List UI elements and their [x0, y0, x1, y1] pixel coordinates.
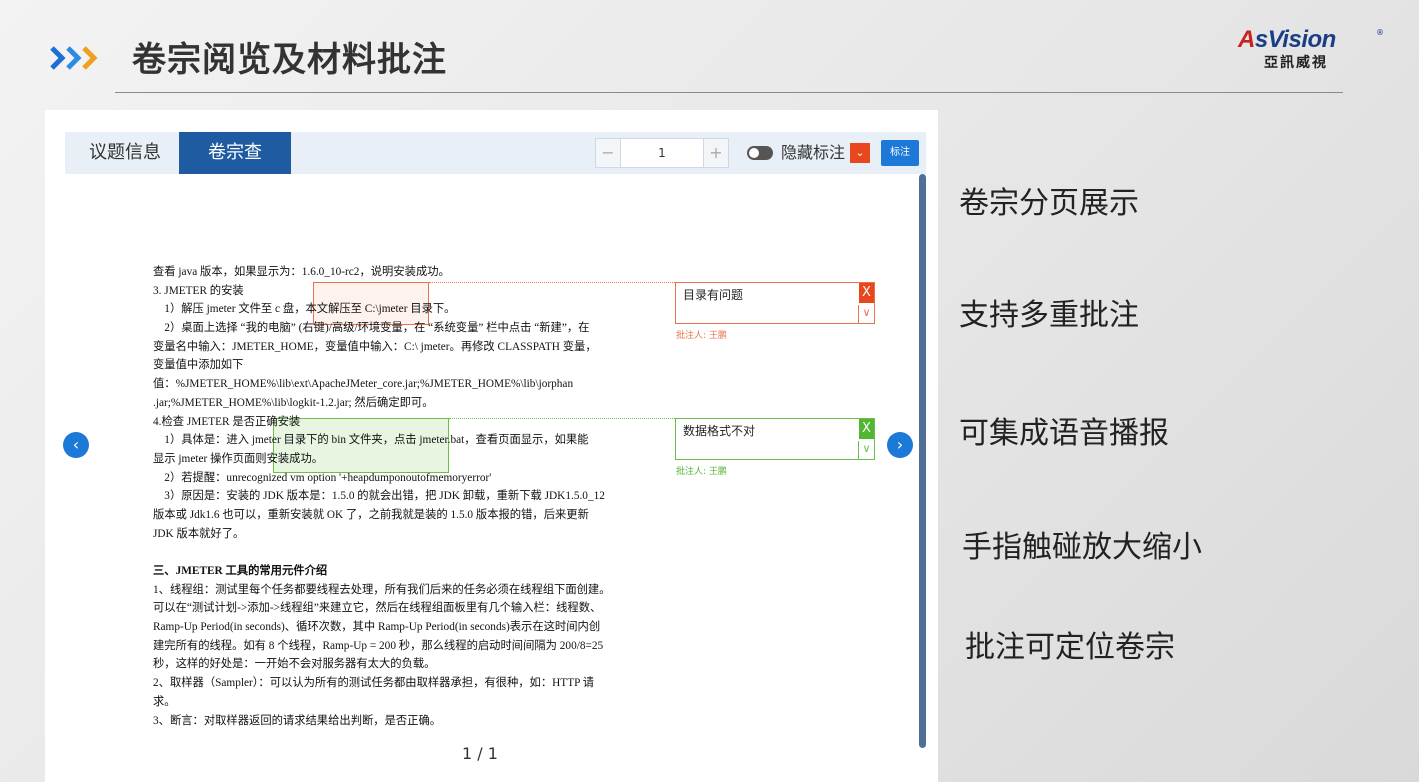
logo-chinese-name: 亞訊威視	[1264, 55, 1328, 71]
close-icon[interactable]: X	[859, 283, 874, 303]
doc-line: 秒，这样的好处是：一开始不会对服务器有太大的负载。	[153, 658, 436, 671]
doc-line: 变量名中输入：JMETER_HOME，变量值中输入：C:\ jmeter。再修改…	[153, 340, 597, 353]
chevron-down-icon[interactable]: ∨	[858, 305, 874, 323]
chevron-down-icon[interactable]: ∨	[858, 441, 874, 459]
doc-line: 3）原因是：安装的 JDK 版本是：1.5.0 的就会出错，把 JDK 卸载，重…	[153, 490, 605, 503]
registered-mark: ®	[1376, 28, 1384, 37]
asvision-logo: AsVision ® 亞訊威視	[1238, 26, 1384, 74]
slide-title: 卷宗阅览及材料批注	[132, 40, 447, 80]
annotate-button[interactable]: 标注	[881, 140, 919, 166]
doc-line: 版本或 Jdk1.6 也可以，重新安装就 OK 了，之前我就是装的 1.5.0 …	[153, 508, 589, 521]
annotation-color-dropdown[interactable]: ⌄	[850, 143, 870, 163]
doc-line: Ramp-Up Period(in seconds)、循环次数，其中 Ramp-…	[153, 621, 601, 634]
logo-brand-rest: sVision	[1254, 26, 1336, 53]
tab-dossier-view[interactable]: 卷宗查看	[179, 132, 291, 205]
annotation-author: 批注人: 王鹏	[676, 467, 727, 477]
hide-annotations-label: 隐藏标注	[781, 143, 846, 162]
page-indicator: 1 / 1	[462, 744, 498, 763]
doc-line: 变量值中添加如下	[153, 359, 244, 372]
annotation-author: 批注人: 王鹏	[676, 331, 727, 341]
doc-line: 查看 java 版本，如果显示为：1.6.0_10-rc2，说明安装成功。	[153, 266, 450, 278]
annotation-text: 数据格式不对	[683, 424, 756, 438]
doc-spacer	[153, 543, 673, 562]
page-decrement-button[interactable]: −	[596, 139, 621, 167]
chevron-left-icon[interactable]: ‹	[63, 432, 89, 458]
logo-wordmark: AsVision	[1238, 26, 1336, 54]
doc-line: 3、断言：对取样器返回的请求结果给出判断，是否正确。	[153, 714, 442, 727]
doc-line: .jar;%JMETER_HOME%\lib\logkit-1.2.jar; 然…	[153, 396, 434, 409]
page-stepper: − 1 +	[595, 138, 729, 168]
document-viewer: 议题信息 卷宗查看 − 1 + 隐藏标注 ⌄ 标注 查看 java 版本，如果显…	[45, 110, 938, 782]
annotation-text: 目录有问题	[683, 288, 744, 302]
vertical-scrollbar[interactable]	[919, 174, 926, 748]
annotation-note-2[interactable]: 数据格式不对 X ∨	[675, 418, 875, 460]
tab-issue-info[interactable]: 议题信息	[65, 132, 185, 174]
feature-annotation-locate: 批注可定位卷宗	[965, 630, 1175, 665]
doc-line: 2、取样器（Sampler）：可以认为所有的测试任务都由取样器承担，有很种，如：…	[153, 677, 595, 690]
viewer-tabbar: 议题信息 卷宗查看 − 1 + 隐藏标注 ⌄ 标注	[65, 132, 926, 205]
doc-line: JDK 版本就好了。	[153, 527, 245, 540]
doc-line: 2）桌面上选择 “我的电脑” (右键)/高级/环境变量，在 “系统变量” 栏中点…	[153, 322, 590, 335]
document-page: 查看 java 版本，如果显示为：1.6.0_10-rc2，说明安装成功。 3.…	[153, 263, 673, 730]
chevron-arrows-icon	[50, 46, 98, 70]
close-icon[interactable]: X	[859, 419, 874, 439]
logo-initial: A	[1238, 26, 1255, 53]
doc-line: 建完所有的线程。如有 8 个线程，Ramp-Up = 200 秒，那么线程的启动…	[153, 639, 604, 652]
doc-line: 可以在“测试计划->添加->线程组”来建立它，然后在线程组面板里有几个输入栏：线…	[153, 602, 602, 615]
hide-annotations-toggle[interactable]	[747, 146, 773, 160]
doc-line: 1）具体是：进入 jmeter 目录下的 bin 文件夹，点击 jmeter.b…	[153, 434, 589, 447]
page-increment-button[interactable]: +	[703, 139, 728, 167]
feature-voice-broadcast: 可集成语音播报	[959, 416, 1169, 451]
doc-line: 2）若提醒：unrecognized vm option '+heapdumpo…	[153, 471, 492, 484]
annotation-note-1[interactable]: 目录有问题 X ∨	[675, 282, 875, 324]
doc-line: 求。	[153, 695, 176, 708]
chevron-right-icon[interactable]: ›	[887, 432, 913, 458]
feature-pagination: 卷宗分页展示	[959, 186, 1139, 221]
doc-section-heading: 三、JMETER 工具的常用元件介绍	[153, 565, 328, 577]
title-divider	[115, 92, 1343, 93]
doc-line: 4.检查 JMETER 是否正确安装	[153, 415, 301, 428]
feature-multi-annotation: 支持多重批注	[959, 298, 1139, 333]
doc-line: 1、线程组：测试里每个任务都要线程去处理，所有我们后来的任务必须在线程组下面创建…	[153, 583, 611, 596]
doc-line: 1）解压 jmeter 文件至 c 盘，本文解压至 C:\jmeter 目录下。	[153, 303, 456, 316]
doc-line: 值：%JMETER_HOME%\lib\ext\ApacheJMeter_cor…	[153, 378, 574, 391]
feature-pinch-zoom: 手指触碰放大缩小	[962, 530, 1202, 565]
doc-line: 显示 jmeter 操作页面则安装成功。	[153, 452, 324, 465]
doc-line: 3. JMETER 的安装	[153, 284, 244, 297]
page-number-input[interactable]: 1	[620, 139, 704, 167]
